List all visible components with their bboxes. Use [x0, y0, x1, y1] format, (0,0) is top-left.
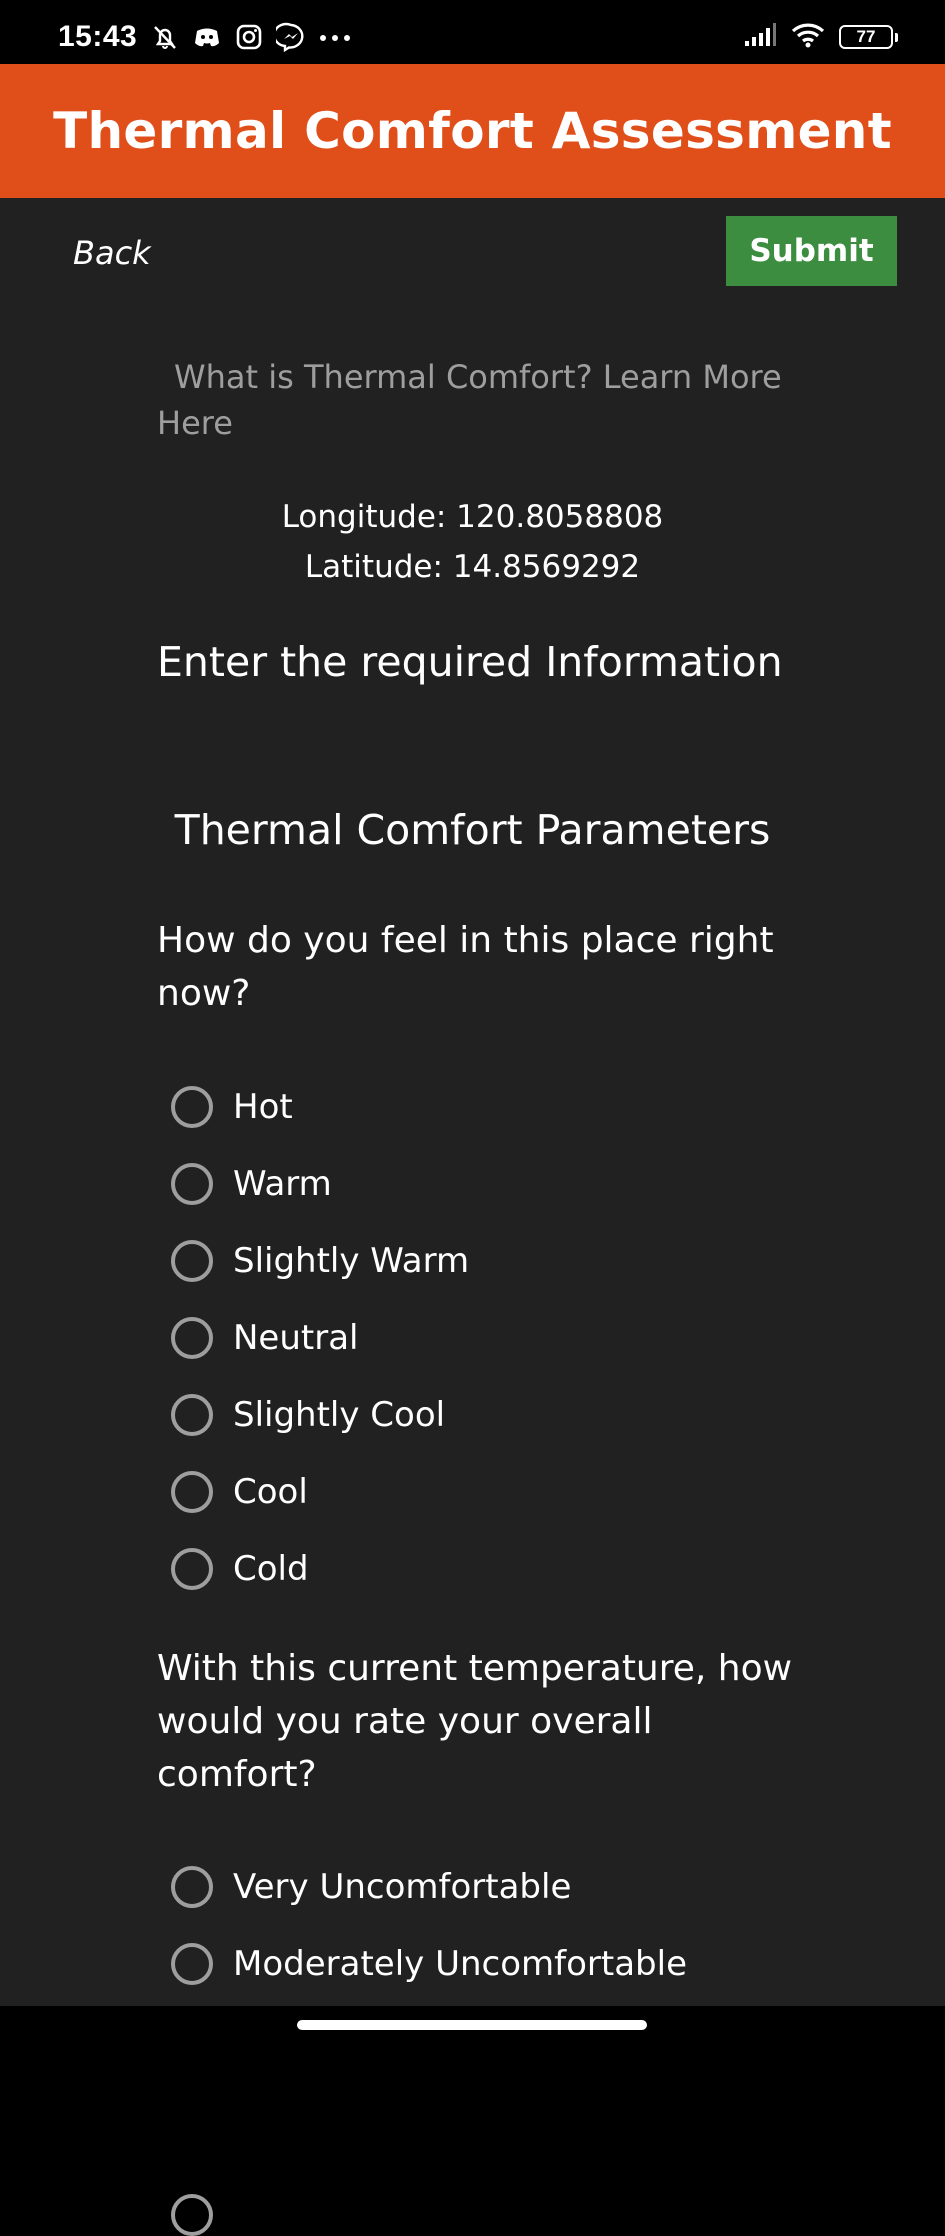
option-label: Cool: [233, 1471, 308, 1512]
option-slightly-warm[interactable]: Slightly Warm: [171, 1222, 469, 1299]
radio-button[interactable]: [171, 1470, 213, 1513]
battery-level: 77: [856, 27, 876, 46]
radio-button[interactable]: [171, 1316, 213, 1359]
radio-button[interactable]: [171, 1865, 213, 1908]
option-label: Very Uncomfortable: [233, 1866, 572, 1907]
option-label: Cold: [233, 1548, 309, 1589]
status-time: 15:43: [58, 20, 138, 53]
home-indicator[interactable]: [297, 2020, 647, 2030]
navigation-bar: [0, 2006, 945, 2048]
signal-icon: [743, 22, 777, 52]
main-content[interactable]: Back Submit What is Thermal Comfort? Lea…: [0, 198, 945, 2236]
submit-button[interactable]: Submit: [726, 216, 897, 286]
form-heading: Enter the required Information: [157, 638, 783, 686]
radio-button[interactable]: [171, 1547, 213, 1590]
wifi-icon: [791, 22, 825, 52]
params-heading: Thermal Comfort Parameters: [174, 806, 771, 854]
location-coordinates: Longitude: 120.8058808 Latitude: 14.8569…: [0, 492, 945, 592]
alarm-off-icon: [150, 22, 180, 52]
comfort-options: Very Uncomfortable Moderately Uncomforta…: [171, 1848, 687, 2002]
option-neutral[interactable]: Neutral: [171, 1299, 469, 1376]
option-slightly-cool[interactable]: Slightly Cool: [171, 1376, 469, 1453]
battery-icon: 77: [839, 25, 898, 49]
option-warm[interactable]: Warm: [171, 1145, 469, 1222]
option-label: Hot: [233, 1086, 293, 1127]
discord-icon: [192, 22, 222, 52]
latitude-text: Latitude: 14.8569292: [304, 549, 641, 585]
page-title: Thermal Comfort Assessment: [53, 102, 892, 160]
radio-button[interactable]: [171, 1239, 213, 1282]
radio-button[interactable]: [171, 1162, 213, 1205]
option-very-uncomfortable[interactable]: Very Uncomfortable: [171, 1848, 687, 1925]
radio-button[interactable]: [171, 1085, 213, 1128]
option-cool[interactable]: Cool: [171, 1453, 469, 1530]
back-button[interactable]: Back: [73, 234, 151, 272]
option-label: Neutral: [233, 1317, 359, 1358]
system-icons: 77: [743, 22, 898, 52]
option-label: Moderately Uncomfortable: [233, 1943, 687, 1984]
option-hot[interactable]: Hot: [171, 1068, 469, 1145]
option-label: Slightly Cool: [233, 1394, 446, 1435]
learn-more-link[interactable]: What is Thermal Comfort? Learn More Here: [157, 354, 807, 446]
radio-button[interactable]: [171, 1393, 213, 1436]
question-feeling: How do you feel in this place right now?: [157, 920, 774, 1014]
feeling-options: Hot Warm Slightly Warm Neutral Slightly …: [171, 1068, 469, 1607]
notification-icons: [150, 22, 352, 52]
longitude-text: Longitude: 120.8058808: [281, 499, 664, 535]
messenger-icon: [276, 22, 306, 52]
option-label: Warm: [233, 1163, 332, 1204]
app-header: Thermal Comfort Assessment: [0, 64, 945, 198]
instagram-icon: [234, 22, 264, 52]
status-bar: 15:43 77: [0, 0, 945, 64]
radio-button-partial[interactable]: [171, 2194, 213, 2236]
more-dots-icon: [318, 22, 352, 52]
option-label: Slightly Warm: [233, 1240, 470, 1281]
question-comfort: With this current temperature, how would…: [157, 1648, 793, 1795]
radio-button[interactable]: [171, 1942, 213, 1985]
option-cold[interactable]: Cold: [171, 1530, 469, 1607]
option-moderately-uncomfortable[interactable]: Moderately Uncomfortable: [171, 1925, 687, 2002]
